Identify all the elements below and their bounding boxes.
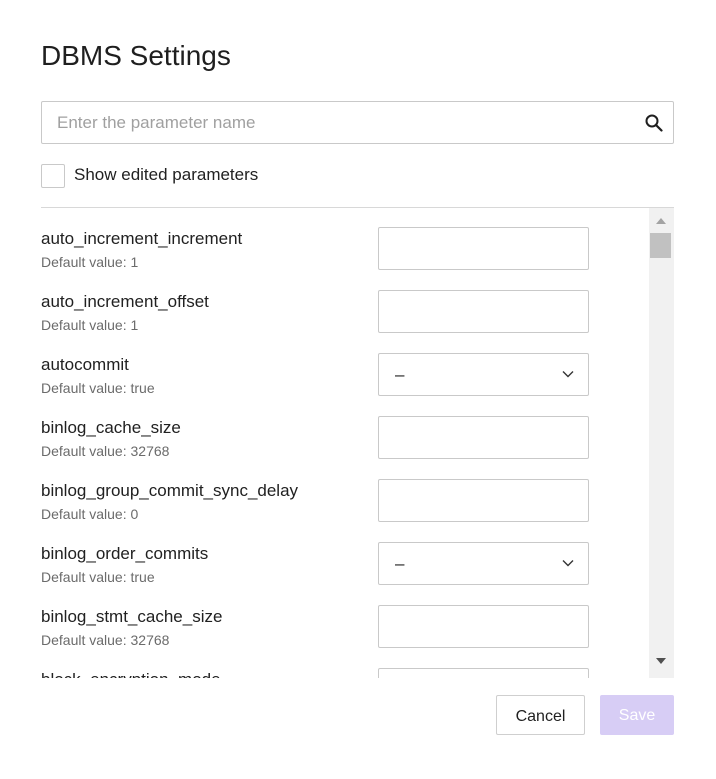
cancel-button[interactable]: Cancel (496, 695, 585, 735)
parameter-default: Default value: 1 (41, 254, 139, 270)
select-value: – (395, 365, 405, 384)
scroll-down-arrow-icon[interactable] (656, 658, 666, 664)
parameter-default: Default value: true (41, 380, 155, 396)
parameter-name: autocommit (41, 355, 129, 374)
scrollbar-thumb[interactable] (650, 233, 671, 258)
parameter-name: binlog_cache_size (41, 418, 181, 437)
parameter-name: binlog_group_commit_sync_delay (41, 481, 299, 500)
search-icon[interactable] (645, 114, 663, 132)
parameter-name: auto_increment_offset (41, 292, 209, 311)
chevron-down-icon (562, 560, 574, 567)
search-field[interactable] (41, 101, 674, 144)
parameter-row: binlog_cache_size Default value: 32768 (41, 397, 641, 459)
parameter-default: Default value: 1 (41, 317, 139, 333)
parameter-row: binlog_stmt_cache_size Default value: 32… (41, 586, 641, 648)
parameter-row: block_encryption_mode (41, 649, 641, 678)
parameter-value-input[interactable] (378, 479, 589, 522)
scroll-up-arrow-icon[interactable] (656, 218, 666, 224)
scrollbar[interactable] (649, 208, 674, 678)
parameter-name: auto_increment_increment (41, 229, 243, 248)
parameter-value-input[interactable] (378, 668, 589, 678)
parameter-row: binlog_order_commits Default value: true… (41, 523, 641, 585)
parameter-default: Default value: 0 (41, 506, 139, 522)
parameter-name: block_encryption_mode (41, 670, 221, 678)
save-button[interactable]: Save (600, 695, 674, 735)
parameter-value-input[interactable] (378, 416, 589, 459)
parameter-value-select[interactable]: – (378, 353, 589, 396)
parameter-row: autocommit Default value: true – (41, 334, 641, 396)
parameter-value-input[interactable] (378, 227, 589, 270)
parameter-row: auto_increment_increment Default value: … (41, 208, 641, 270)
parameter-row: binlog_group_commit_sync_delay Default v… (41, 460, 641, 522)
show-edited-checkbox[interactable] (41, 164, 65, 188)
parameter-list: auto_increment_increment Default value: … (41, 207, 674, 678)
parameter-row: auto_increment_offset Default value: 1 (41, 271, 641, 333)
parameter-name: binlog_order_commits (41, 544, 209, 563)
search-input[interactable] (42, 102, 647, 143)
dialog-title: DBMS Settings (41, 40, 231, 71)
parameter-value-input[interactable] (378, 605, 589, 648)
show-edited-label: Show edited parameters (74, 165, 259, 184)
parameter-default: Default value: 32768 (41, 443, 170, 459)
parameter-value-select[interactable]: – (378, 542, 589, 585)
parameter-default: Default value: true (41, 569, 155, 585)
parameter-name: binlog_stmt_cache_size (41, 607, 223, 626)
parameter-value-input[interactable] (378, 290, 589, 333)
chevron-down-icon (562, 371, 574, 378)
parameter-default: Default value: 32768 (41, 632, 170, 648)
select-value: – (395, 554, 405, 573)
